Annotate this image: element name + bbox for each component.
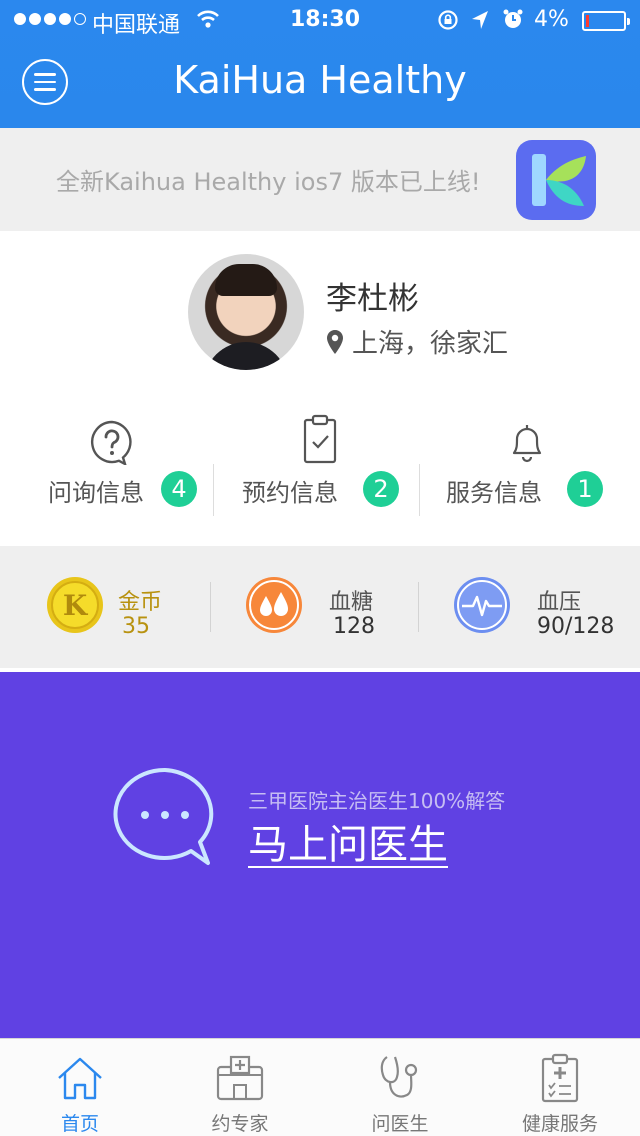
message-label: 问询信息 — [48, 479, 144, 507]
stat-blood-pressure[interactable]: 血压 90/128 — [419, 546, 640, 668]
chat-bubble-icon — [113, 767, 214, 865]
tab-label: 约专家 — [211, 1113, 269, 1135]
stat-name: 血糖 — [329, 590, 374, 615]
medical-clipboard-icon — [541, 1053, 579, 1103]
tab-ask-doctor[interactable]: 问医生 — [320, 1039, 480, 1136]
blood-sugar-value: 128 — [333, 614, 375, 639]
tab-label: 首页 — [60, 1113, 99, 1135]
stat-blood-sugar[interactable]: 血糖 128 — [211, 546, 419, 668]
stethoscope-icon — [380, 1056, 418, 1098]
ask-doctor-link[interactable]: 马上问医生 — [248, 812, 448, 870]
banner-text: 全新Kaihua Healthy ios7 版本已上线! — [56, 168, 481, 196]
battery-percent: 4% — [534, 7, 569, 32]
tab-label: 健康服务 — [521, 1113, 598, 1135]
screen: 中国联通 18:30 4% KaiHua Healthy 全新Kaihua He… — [0, 0, 640, 1136]
tab-experts[interactable]: 约专家 — [160, 1039, 320, 1136]
avatar[interactable] — [188, 254, 304, 370]
battery-icon — [582, 11, 630, 31]
update-banner[interactable]: 全新Kaihua Healthy ios7 版本已上线! — [0, 128, 640, 231]
service-count-badge: 1 — [567, 471, 603, 507]
svg-text:K: K — [63, 589, 89, 622]
tab-health-services[interactable]: 健康服务 — [480, 1039, 640, 1136]
kaihua-logo-icon — [516, 140, 596, 220]
cta-subtitle: 三甲医院主治医生100%解答 — [248, 789, 506, 813]
status-bar: 中国联通 18:30 4% — [0, 0, 640, 40]
message-item-service[interactable]: 服务信息 1 — [420, 411, 626, 521]
wifi-icon — [197, 10, 219, 28]
profile-section: 李杜彬 上海，徐家汇 问询信息 4 预约信息 2 服务信息 1 — [0, 231, 640, 546]
home-icon — [58, 1057, 102, 1100]
user-location: 上海，徐家汇 — [326, 323, 508, 360]
blood-pressure-value: 90/128 — [537, 614, 615, 639]
inquiry-count-badge: 4 — [161, 471, 197, 507]
location-arrow-icon — [472, 11, 488, 29]
health-stats: K 金币 35 血糖 128 血压 90/128 — [0, 546, 640, 668]
stat-name: 金币 — [118, 590, 163, 615]
gold-coin-icon: K — [47, 577, 103, 633]
clipboard-check-icon — [303, 414, 337, 464]
tab-home[interactable]: 首页 — [0, 1039, 160, 1136]
app-title: KaiHua Healthy — [173, 58, 467, 102]
stat-name: 血压 — [537, 590, 582, 615]
blood-drops-icon — [246, 577, 302, 633]
location-text: 上海，徐家汇 — [352, 329, 509, 359]
ask-doctor-panel[interactable]: 三甲医院主治医生100%解答 马上问医生 — [0, 672, 640, 1038]
status-time: 18:30 — [290, 7, 361, 32]
message-row: 问询信息 4 预约信息 2 服务信息 1 — [0, 411, 640, 521]
alarm-icon — [503, 9, 523, 28]
top-bar: 中国联通 18:30 4% KaiHua Healthy — [0, 0, 640, 128]
coins-value: 35 — [122, 614, 150, 639]
hospital-icon — [216, 1055, 264, 1101]
message-label: 服务信息 — [446, 479, 542, 507]
signal-strength-icon — [14, 13, 86, 25]
tab-label: 问医生 — [371, 1113, 429, 1135]
message-label: 预约信息 — [242, 479, 338, 507]
message-item-appointment[interactable]: 预约信息 2 — [214, 411, 420, 521]
location-pin-icon — [327, 329, 343, 354]
message-item-inquiry[interactable]: 问询信息 4 — [0, 411, 206, 521]
rotation-lock-icon — [438, 10, 458, 30]
carrier-name: 中国联通 — [92, 13, 181, 38]
question-bubble-icon — [91, 420, 132, 465]
bell-icon — [512, 425, 542, 463]
appointment-count-badge: 2 — [363, 471, 399, 507]
tab-bar: 首页 约专家 问医生 健康服务 — [0, 1038, 640, 1136]
user-name: 李杜彬 — [326, 281, 419, 317]
stat-coins[interactable]: K 金币 35 — [0, 546, 210, 668]
pulse-wave-icon — [454, 577, 510, 633]
